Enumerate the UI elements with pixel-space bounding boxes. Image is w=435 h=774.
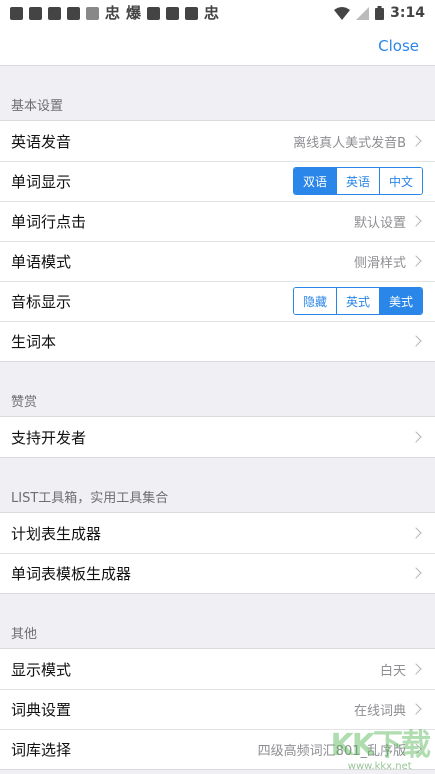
section-header-other: 其他 bbox=[11, 627, 38, 642]
settings-group-other: 显示模式 白天 词典设置 在线词典 词库选择 四级高频词汇801_乱序版 bbox=[0, 648, 435, 770]
app-icon bbox=[185, 6, 199, 20]
row-value: 四级高频词汇801_乱序版 bbox=[257, 743, 406, 759]
segment-chinese[interactable]: 中文 bbox=[379, 168, 422, 194]
row-english-pronunciation[interactable]: 英语发音 离线真人美式发音B bbox=[0, 121, 435, 161]
chevron-right-icon bbox=[410, 255, 422, 267]
chevron-right-icon bbox=[410, 215, 422, 227]
segment-bilingual[interactable]: 双语 bbox=[294, 168, 336, 194]
status-time: 3:14 bbox=[390, 5, 425, 21]
notification-icon bbox=[10, 6, 23, 20]
app-icon bbox=[147, 6, 161, 20]
app-icon: 爆 bbox=[126, 3, 142, 22]
row-word-tap[interactable]: 单词行点击 默认设置 bbox=[0, 201, 435, 241]
chevron-right-icon bbox=[410, 431, 422, 443]
row-value: 侧滑样式 bbox=[353, 255, 406, 271]
row-word-mode[interactable]: 单语模式 侧滑样式 bbox=[0, 241, 435, 281]
app-icon bbox=[29, 6, 42, 20]
close-button[interactable]: Close bbox=[378, 37, 419, 55]
section-header-basic: 基本设置 bbox=[11, 99, 64, 114]
app-icon: 忠 bbox=[204, 3, 220, 22]
section-header-donate: 赞赏 bbox=[11, 395, 38, 410]
row-label: 计划表生成器 bbox=[11, 524, 102, 543]
row-value: 离线真人美式发音B bbox=[293, 135, 406, 151]
chevron-right-icon bbox=[410, 527, 422, 539]
row-label: 英语发音 bbox=[11, 132, 72, 151]
segment-english[interactable]: 英语 bbox=[336, 168, 379, 194]
battery-icon bbox=[375, 6, 385, 20]
app-icon bbox=[48, 6, 61, 20]
row-label: 词库选择 bbox=[11, 740, 72, 759]
row-value: 白天 bbox=[379, 663, 406, 679]
wifi-icon bbox=[334, 6, 351, 20]
row-value: 在线词典 bbox=[353, 703, 406, 719]
row-label: 显示模式 bbox=[11, 660, 72, 679]
row-value: 默认设置 bbox=[353, 215, 406, 231]
app-icon: 忠 bbox=[105, 3, 121, 22]
row-label: 词典设置 bbox=[11, 700, 72, 719]
row-support-developer[interactable]: 支持开发者 bbox=[0, 417, 435, 457]
chevron-right-icon bbox=[410, 135, 422, 147]
row-label: 单词表模板生成器 bbox=[11, 564, 132, 583]
chevron-right-icon bbox=[410, 743, 422, 755]
chevron-right-icon bbox=[410, 335, 422, 347]
word-display-segmented-control: 双语 英语 中文 bbox=[293, 167, 423, 195]
segment-british[interactable]: 英式 bbox=[336, 288, 379, 314]
nav-bar: Close bbox=[0, 26, 435, 66]
settings-group-tools: 计划表生成器 单词表模板生成器 bbox=[0, 512, 435, 594]
row-vocab-book[interactable]: 生词本 bbox=[0, 321, 435, 361]
app-icon bbox=[86, 6, 99, 20]
row-template-generator[interactable]: 单词表模板生成器 bbox=[0, 553, 435, 593]
row-label: 生词本 bbox=[11, 332, 57, 351]
status-bar-left: 忠 爆 忠 bbox=[10, 3, 220, 22]
chevron-right-icon bbox=[410, 703, 422, 715]
chevron-right-icon bbox=[410, 567, 422, 579]
row-display-mode[interactable]: 显示模式 白天 bbox=[0, 649, 435, 689]
row-label: 单语模式 bbox=[11, 252, 72, 271]
row-label: 单词行点击 bbox=[11, 212, 87, 231]
segment-hide[interactable]: 隐藏 bbox=[294, 288, 336, 314]
status-bar-right: 3:14 bbox=[334, 5, 425, 21]
row-label: 支持开发者 bbox=[11, 428, 87, 447]
section-header-tools: LIST工具箱，实用工具集合 bbox=[11, 491, 169, 506]
status-bar: 忠 爆 忠 3:14 bbox=[0, 0, 435, 26]
row-lexicon-select[interactable]: 词库选择 四级高频词汇801_乱序版 bbox=[0, 729, 435, 769]
row-plan-generator[interactable]: 计划表生成器 bbox=[0, 513, 435, 553]
app-icon bbox=[166, 6, 180, 20]
settings-group-basic: 英语发音 离线真人美式发音B 单词显示 双语 英语 中文 单词行点击 默认设置 … bbox=[0, 120, 435, 362]
phonetic-segmented-control: 隐藏 英式 美式 bbox=[293, 287, 423, 315]
segment-american[interactable]: 美式 bbox=[379, 288, 422, 314]
signal-icon bbox=[356, 6, 370, 20]
row-phonetic-display: 音标显示 隐藏 英式 美式 bbox=[0, 281, 435, 321]
app-icon bbox=[67, 6, 80, 20]
chevron-right-icon bbox=[410, 663, 422, 675]
row-dictionary-settings[interactable]: 词典设置 在线词典 bbox=[0, 689, 435, 729]
settings-group-donate: 支持开发者 bbox=[0, 416, 435, 458]
row-label: 单词显示 bbox=[11, 172, 72, 191]
row-word-display: 单词显示 双语 英语 中文 bbox=[0, 161, 435, 201]
row-label: 音标显示 bbox=[11, 292, 72, 311]
